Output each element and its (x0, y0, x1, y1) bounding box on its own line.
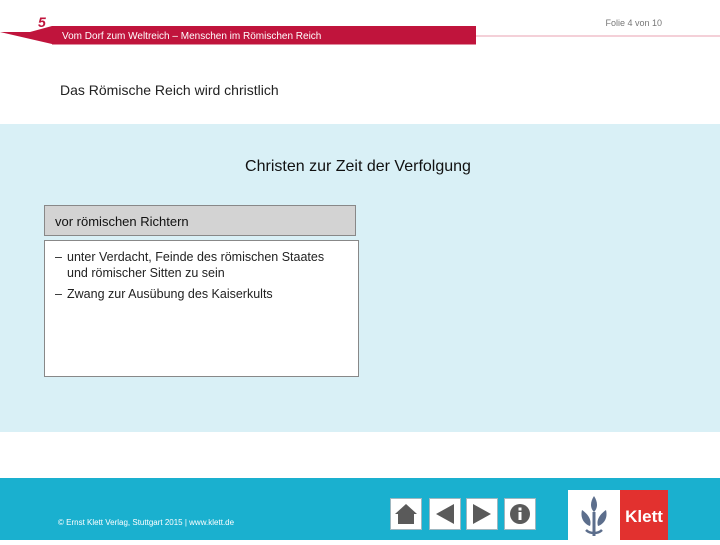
list-item-text: Zwang zur Ausübung des Kaiserkults (67, 287, 273, 301)
klett-logo-text: Klett (625, 507, 663, 526)
page-subtitle: Das Römische Reich wird christlich (60, 82, 279, 98)
list-item: – Zwang zur Ausübung des Kaiserkults (55, 286, 348, 302)
forward-arrow-icon (473, 504, 491, 524)
forward-button[interactable] (466, 498, 498, 530)
box-header: vor römischen Richtern (44, 205, 356, 236)
copyright-text: © Ernst Klett Verlag, Stuttgart 2015 | w… (58, 518, 235, 527)
back-arrow-icon (436, 504, 454, 524)
list-dash: – (55, 250, 62, 264)
header-title: Vom Dorf zum Weltreich – Menschen im Röm… (62, 31, 322, 42)
info-button[interactable] (504, 498, 536, 530)
back-button[interactable] (429, 498, 461, 530)
info-icon (510, 504, 530, 524)
list-dash: – (55, 287, 62, 301)
box-body: – unter Verdacht, Feinde des römischen S… (44, 240, 359, 377)
klett-emblem-icon (581, 496, 607, 536)
panel-title: Christen zur Zeit der Verfolgung (245, 158, 471, 175)
home-button[interactable] (390, 498, 422, 530)
list-item: – unter Verdacht, Feinde des römischen S… (55, 249, 348, 281)
list-item-text: unter Verdacht, Feinde des römischen Sta… (67, 250, 325, 280)
home-icon (395, 504, 417, 524)
